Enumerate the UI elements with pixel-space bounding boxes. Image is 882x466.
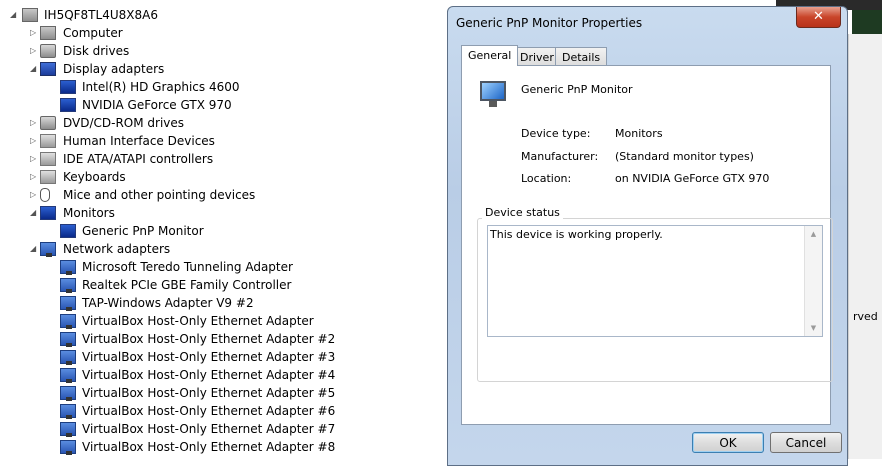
background-window-edge-green: [852, 10, 882, 34]
location-value: on NVIDIA GeForce GTX 970: [615, 172, 770, 185]
properties-dialog: Generic PnP Monitor Properties ✕ General…: [447, 6, 848, 466]
network-device-icon: [60, 278, 76, 293]
tree-item-label: Microsoft Teredo Tunneling Adapter: [82, 260, 293, 274]
computer-icon: [40, 26, 56, 40]
tree-item-label: VirtualBox Host-Only Ethernet Adapter #4: [82, 368, 336, 382]
tree-item-label: VirtualBox Host-Only Ethernet Adapter #8: [82, 440, 336, 454]
close-icon: ✕: [813, 9, 824, 24]
hid-icon: [40, 134, 56, 148]
tree-item-label: DVD/CD-ROM drives: [63, 116, 185, 130]
cancel-button-label: Cancel: [785, 436, 827, 450]
tree-item-label: Mice and other pointing devices: [63, 188, 256, 202]
tree-item-label: VirtualBox Host-Only Ethernet Adapter: [82, 314, 314, 328]
computer-icon: [22, 8, 38, 22]
device-tree: ◢ IH5QF8TL4U8X8A6 ▷ Computer ▷ Disk drives ◢ Di…: [0, 0, 450, 459]
tree-item-label: Monitors: [63, 206, 115, 220]
device-status-label: Device status: [482, 206, 563, 219]
network-device-icon: [60, 368, 76, 383]
tree-item-label: Keyboards: [63, 170, 126, 184]
display-adapter-icon: [40, 62, 56, 76]
network-device-icon: [60, 260, 76, 275]
expand-arrow-icon[interactable]: ▷: [30, 24, 38, 42]
background-window: rved: [848, 34, 882, 459]
monitor-icon: [480, 81, 506, 107]
device-status-text: This device is working properly.: [490, 228, 663, 241]
tree-item-label: IH5QF8TL4U8X8A6: [44, 8, 158, 22]
ok-button-label: OK: [719, 436, 737, 450]
collapse-arrow-icon[interactable]: ◢: [10, 6, 18, 24]
display-device-icon: [60, 98, 76, 112]
cancel-button[interactable]: Cancel: [770, 432, 842, 453]
status-scrollbar[interactable]: ▲ ▼: [804, 226, 822, 336]
tree-item-label: IDE ATA/ATAPI controllers: [63, 152, 214, 166]
dvd-drive-icon: [40, 116, 56, 130]
device-type-value: Monitors: [615, 127, 663, 140]
monitor-icon: [40, 206, 56, 220]
network-device-icon: [60, 386, 76, 401]
network-device-icon: [60, 404, 76, 419]
close-button[interactable]: ✕: [796, 7, 841, 28]
tree-item-label: VirtualBox Host-Only Ethernet Adapter #7: [82, 422, 336, 436]
tree-item-label: VirtualBox Host-Only Ethernet Adapter #2: [82, 332, 336, 346]
expand-arrow-icon[interactable]: ▷: [30, 42, 38, 60]
network-device-icon: [60, 314, 76, 329]
monitor-device-icon: [60, 224, 76, 238]
expand-arrow-icon[interactable]: ▷: [30, 150, 38, 168]
network-device-icon: [60, 350, 76, 365]
location-label: Location:: [521, 172, 572, 185]
device-type-label: Device type:: [521, 127, 591, 140]
tab-general[interactable]: General: [461, 45, 519, 66]
expand-arrow-icon[interactable]: ▷: [30, 168, 38, 186]
tab-details-label: Details: [562, 51, 601, 64]
manufacturer-label: Manufacturer:: [521, 150, 599, 163]
device-name: Generic PnP Monitor: [521, 83, 633, 96]
background-partial-text: rved: [853, 310, 878, 323]
collapse-arrow-icon[interactable]: ◢: [30, 240, 38, 258]
tree-item-label: Display adapters: [63, 62, 165, 76]
tab-driver[interactable]: Driver: [513, 47, 561, 66]
tree-item-label: Generic PnP Monitor: [82, 224, 204, 238]
network-device-icon: [60, 332, 76, 347]
tree-item-label: Network adapters: [63, 242, 171, 256]
tree-item-label: VirtualBox Host-Only Ethernet Adapter #3: [82, 350, 336, 364]
display-device-icon: [60, 80, 76, 94]
disk-drive-icon: [40, 44, 56, 58]
tree-item-label: TAP-Windows Adapter V9 #2: [82, 296, 254, 310]
tab-driver-label: Driver: [520, 51, 554, 64]
scroll-up-icon[interactable]: ▲: [805, 226, 822, 242]
tree-item-label: Realtek PCIe GBE Family Controller: [82, 278, 292, 292]
expand-arrow-icon[interactable]: ▷: [30, 132, 38, 150]
tree-item-label: Computer: [63, 26, 123, 40]
keyboard-icon: [40, 170, 56, 184]
dialog-title: Generic PnP Monitor Properties: [456, 16, 643, 30]
tree-item-label: VirtualBox Host-Only Ethernet Adapter #5: [82, 386, 336, 400]
tree-item-label: Disk drives: [63, 44, 130, 58]
tab-general-label: General: [468, 49, 512, 62]
ide-controller-icon: [40, 152, 56, 166]
scroll-down-icon[interactable]: ▼: [805, 320, 822, 336]
tree-item-label: Intel(R) HD Graphics 4600: [82, 80, 240, 94]
mouse-icon: [40, 188, 50, 202]
network-device-icon: [60, 296, 76, 311]
manufacturer-value: (Standard monitor types): [615, 150, 754, 163]
network-adapter-icon: [40, 242, 56, 257]
expand-arrow-icon[interactable]: ▷: [30, 186, 38, 204]
network-device-icon: [60, 422, 76, 437]
collapse-arrow-icon[interactable]: ◢: [30, 60, 38, 78]
device-status-textbox[interactable]: This device is working properly. ▲ ▼: [487, 225, 823, 337]
network-device-icon: [60, 440, 76, 455]
collapse-arrow-icon[interactable]: ◢: [30, 204, 38, 222]
tree-item-label: NVIDIA GeForce GTX 970: [82, 98, 232, 112]
ok-button[interactable]: OK: [692, 432, 764, 453]
expand-arrow-icon[interactable]: ▷: [30, 114, 38, 132]
tree-item-label: Human Interface Devices: [63, 134, 215, 148]
tree-item-label: VirtualBox Host-Only Ethernet Adapter #6: [82, 404, 336, 418]
tab-details[interactable]: Details: [555, 47, 608, 66]
